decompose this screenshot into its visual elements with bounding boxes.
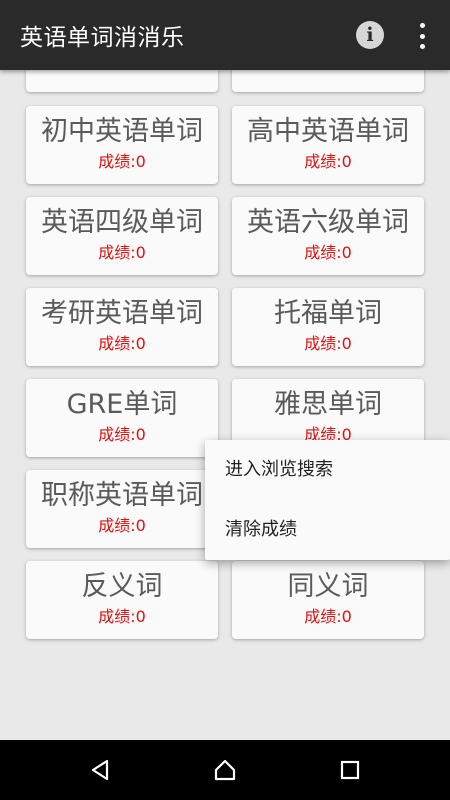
info-icon[interactable]: i xyxy=(356,21,384,49)
category-card-gre[interactable]: GRE单词 成绩:0 xyxy=(26,379,218,457)
category-title: 职称英语单词 xyxy=(41,480,203,511)
category-grid: 初中英语单词 成绩:0 高中英语单词 成绩:0 英语四级单词 成绩:0 英语六级… xyxy=(0,70,450,740)
category-score: 成绩:0 xyxy=(304,334,352,353)
menu-item-clear-scores[interactable]: 清除成绩 xyxy=(205,500,450,560)
app-bar: 英语单词消消乐 i xyxy=(0,0,450,70)
category-card-junior-high[interactable]: 初中英语单词 成绩:0 xyxy=(26,106,218,184)
category-card-senior-high[interactable]: 高中英语单词 成绩:0 xyxy=(232,106,424,184)
category-score: 成绩:0 xyxy=(304,243,352,262)
app-title: 英语单词消消乐 xyxy=(20,25,185,51)
category-title: 高中英语单词 xyxy=(247,116,409,147)
category-card[interactable] xyxy=(26,70,218,92)
category-card-professional[interactable]: 职称英语单词 成绩:0 xyxy=(26,470,218,548)
category-title: 同义词 xyxy=(287,571,369,602)
category-score: 成绩:0 xyxy=(304,152,352,171)
navigation-bar xyxy=(0,740,450,800)
category-card-cet4[interactable]: 英语四级单词 成绩:0 xyxy=(26,197,218,275)
home-icon[interactable] xyxy=(195,740,255,800)
category-title: 雅思单词 xyxy=(274,389,382,420)
category-score: 成绩:0 xyxy=(98,425,146,444)
category-title: 初中英语单词 xyxy=(41,116,203,147)
overflow-popup-menu: 进入浏览搜索 清除成绩 xyxy=(205,440,450,560)
category-score: 成绩:0 xyxy=(98,516,146,535)
category-card-toefl[interactable]: 托福单词 成绩:0 xyxy=(232,288,424,366)
category-score: 成绩:0 xyxy=(98,607,146,626)
category-title: 英语四级单词 xyxy=(41,207,203,238)
category-score: 成绩:0 xyxy=(98,152,146,171)
back-triangle-icon[interactable] xyxy=(70,740,130,800)
category-score: 成绩:0 xyxy=(98,243,146,262)
category-score: 成绩:0 xyxy=(304,607,352,626)
category-score: 成绩:0 xyxy=(98,334,146,353)
category-card-cet6[interactable]: 英语六级单词 成绩:0 xyxy=(232,197,424,275)
category-title: GRE单词 xyxy=(66,389,178,420)
category-card[interactable] xyxy=(232,70,424,92)
category-title: 反义词 xyxy=(81,571,163,602)
category-card-antonyms[interactable]: 反义词 成绩:0 xyxy=(26,561,218,639)
more-vert-icon[interactable] xyxy=(412,20,432,52)
category-title: 托福单词 xyxy=(274,298,382,329)
category-title: 考研英语单词 xyxy=(41,298,203,329)
recents-square-icon[interactable] xyxy=(320,740,380,800)
category-card-synonyms[interactable]: 同义词 成绩:0 xyxy=(232,561,424,639)
category-title: 英语六级单词 xyxy=(247,207,409,238)
menu-item-browse-search[interactable]: 进入浏览搜索 xyxy=(205,440,450,500)
category-card-postgrad[interactable]: 考研英语单词 成绩:0 xyxy=(26,288,218,366)
